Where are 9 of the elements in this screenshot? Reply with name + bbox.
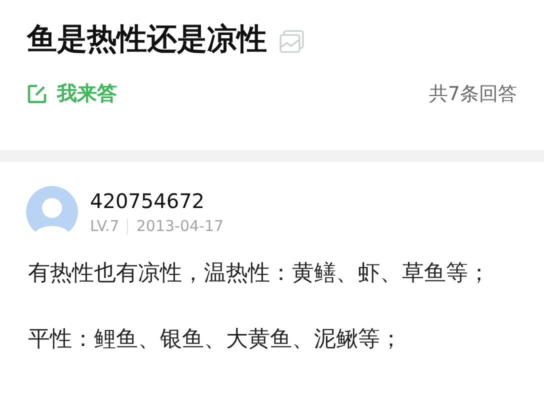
answer-paragraph: 有热性也有凉性，温热性：黄鳝、虾、草鱼等；: [28, 260, 491, 288]
answer-date: 2013-04-17: [136, 217, 224, 235]
user-level: LV.7: [90, 217, 120, 235]
answer-count: 共7条回答: [428, 82, 517, 106]
avatar: [26, 186, 78, 238]
answer-paragraph: 平性：鲤鱼、银鱼、大黄鱼、泥鳅等；: [28, 326, 403, 354]
username[interactable]: 420754672: [90, 189, 224, 213]
question-title: 鱼是热性还是凉性: [27, 21, 267, 59]
edit-icon: [27, 84, 47, 104]
